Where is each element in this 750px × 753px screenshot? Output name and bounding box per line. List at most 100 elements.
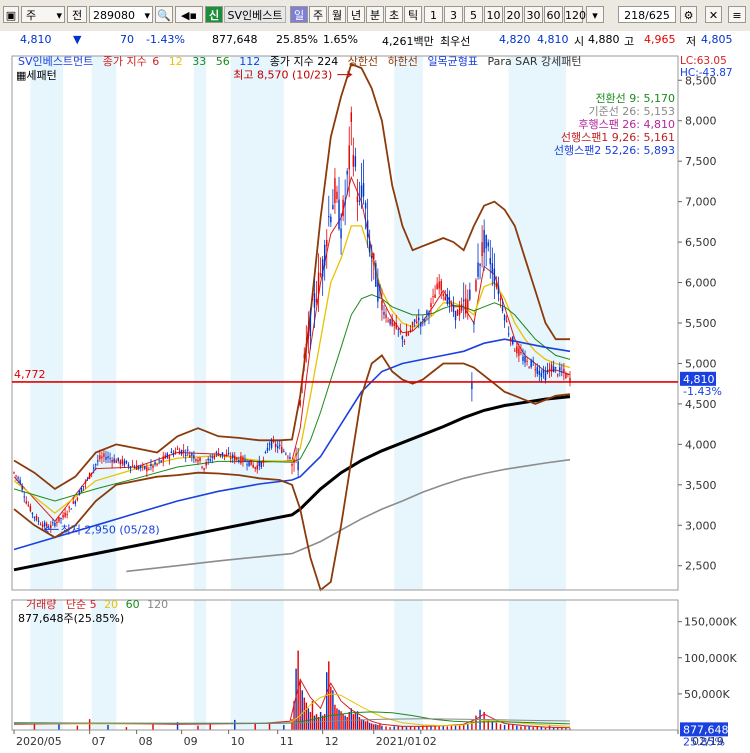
interval-button-1[interactable]: 1 [424, 6, 443, 23]
candle-body-98 [213, 455, 216, 459]
volume-ma120: 120 [147, 598, 169, 611]
candle-body-12 [37, 520, 40, 522]
interval-button-10[interactable]: 10 [484, 6, 503, 23]
candle-body-170 [360, 185, 363, 198]
period-tab-6[interactable]: 틱 [404, 6, 422, 23]
legend-ma56: 56 [215, 55, 230, 68]
candle-body-231 [485, 234, 487, 249]
candle-body-239 [501, 306, 504, 312]
candle-body-131 [281, 446, 283, 453]
candle-body-230 [483, 229, 485, 253]
candle-body-62 [140, 465, 142, 468]
candle-body-73 [162, 456, 164, 461]
price-tick-label-12: 2,500 [685, 560, 717, 573]
candle-body-3 [19, 479, 21, 484]
window-icon[interactable]: ▣ [3, 6, 19, 23]
code-input[interactable]: 289080 ▾ [89, 6, 153, 23]
candle-body-192 [405, 332, 408, 337]
price-tick-label-11: 3,000 [685, 519, 717, 532]
candle-body-86 [189, 455, 191, 458]
candle-body-187 [395, 323, 397, 329]
chart-area[interactable]: 8,500 8,000 7,500 7,000 6,500 6,000 5,500 5,000… [0, 48, 750, 750]
speaker-icon[interactable]: ◀▪ [175, 6, 203, 23]
candle-body-61 [137, 467, 140, 470]
candle-body-49 [113, 458, 115, 463]
candle-body-101 [219, 454, 222, 456]
candle-body-117 [252, 464, 254, 468]
period-tab-4[interactable]: 분 [366, 6, 384, 23]
volume-bar-37 [338, 709, 340, 730]
ticker-ratio: 1.65% [323, 33, 358, 46]
interval-button-3[interactable]: 3 [444, 6, 463, 23]
candle-body-96 [209, 459, 211, 461]
period-tab-5[interactable]: 초 [385, 6, 403, 23]
interval-button-20[interactable]: 20 [504, 6, 523, 23]
candle-body-215 [452, 305, 455, 312]
candle-body-105 [227, 452, 230, 455]
volume-bar-56 [377, 724, 379, 730]
candle-body-189 [399, 331, 402, 333]
stock-name[interactable]: SV인베스트 [224, 6, 286, 23]
candle-body-74 [164, 455, 166, 459]
candle-body-7 [27, 504, 30, 506]
legend-parasar: Para SAR 강세패턴 [487, 55, 582, 68]
period-type-select[interactable]: 주 ▾ [21, 6, 65, 23]
candle-body-221 [465, 298, 467, 314]
candle-body-142 [303, 354, 305, 359]
menu-icon[interactable]: ≡ [728, 6, 746, 23]
candle-body-94 [205, 461, 207, 466]
ticker-volume: 877,648 [212, 33, 258, 46]
calendar-icon[interactable]: ▦ [16, 69, 26, 82]
candle-body-47 [109, 458, 111, 460]
candle-body-43 [101, 456, 103, 459]
volume-bar-73 [442, 725, 444, 730]
volume-bar-50 [364, 721, 367, 730]
interval-button-5[interactable]: 5 [464, 6, 483, 23]
settings-icon[interactable]: ⚙ [680, 6, 697, 23]
volume-bar-99 [548, 725, 551, 730]
candle-body-159 [338, 199, 340, 229]
interval-button-60[interactable]: 60 [544, 6, 563, 23]
candle-body-21 [56, 521, 58, 523]
candle-body-42 [99, 455, 101, 460]
volume-value: 877,648주(25.85%) [18, 612, 125, 625]
candle-body-250 [524, 356, 526, 363]
interval-button-30[interactable]: 30 [524, 6, 543, 23]
close-icon[interactable]: ✕ [705, 6, 722, 23]
volume-bar-40 [344, 715, 346, 730]
candle-body-97 [211, 456, 213, 458]
search-icon[interactable]: 🔍 [155, 6, 173, 23]
candle-body-268 [561, 371, 563, 373]
candle-body-164 [348, 145, 350, 170]
legend-close2: 종가 지수 224 [269, 55, 339, 68]
candle-body-69 [154, 461, 156, 465]
candle-body-78 [172, 452, 175, 456]
volume-bar-88 [503, 724, 506, 730]
volume-bar-74 [446, 726, 449, 730]
shade-band-volume-2 [193, 600, 207, 730]
candle-body-107 [232, 454, 234, 459]
candle-body-247 [518, 348, 520, 356]
candle-body-261 [546, 369, 549, 373]
volume-bar-23 [309, 711, 312, 730]
candle-body-199 [420, 322, 422, 327]
period-tab-0[interactable]: 일 [290, 6, 308, 23]
candle-body-82 [180, 450, 183, 455]
prev-button[interactable]: 전 [67, 6, 87, 23]
legend-lower: 하한선 [387, 55, 418, 68]
period-tab-1[interactable]: 주 [309, 6, 327, 23]
candle-body-208 [438, 281, 440, 289]
candle-body-34 [82, 486, 85, 488]
candle-body-114 [246, 464, 248, 466]
sin-badge[interactable]: 신 [205, 6, 223, 23]
period-tab-2[interactable]: 월 [328, 6, 346, 23]
dropdown-button[interactable]: ▾ [586, 6, 604, 23]
interval-button-120[interactable]: 120 [564, 6, 586, 23]
candle-body-81 [178, 450, 181, 455]
candle-body-202 [426, 310, 428, 314]
candle-body-269 [563, 368, 565, 373]
volume-bar-21 [305, 702, 308, 730]
candle-body-233 [489, 257, 491, 265]
candle-body-234 [491, 263, 494, 273]
period-tab-3[interactable]: 년 [347, 6, 365, 23]
